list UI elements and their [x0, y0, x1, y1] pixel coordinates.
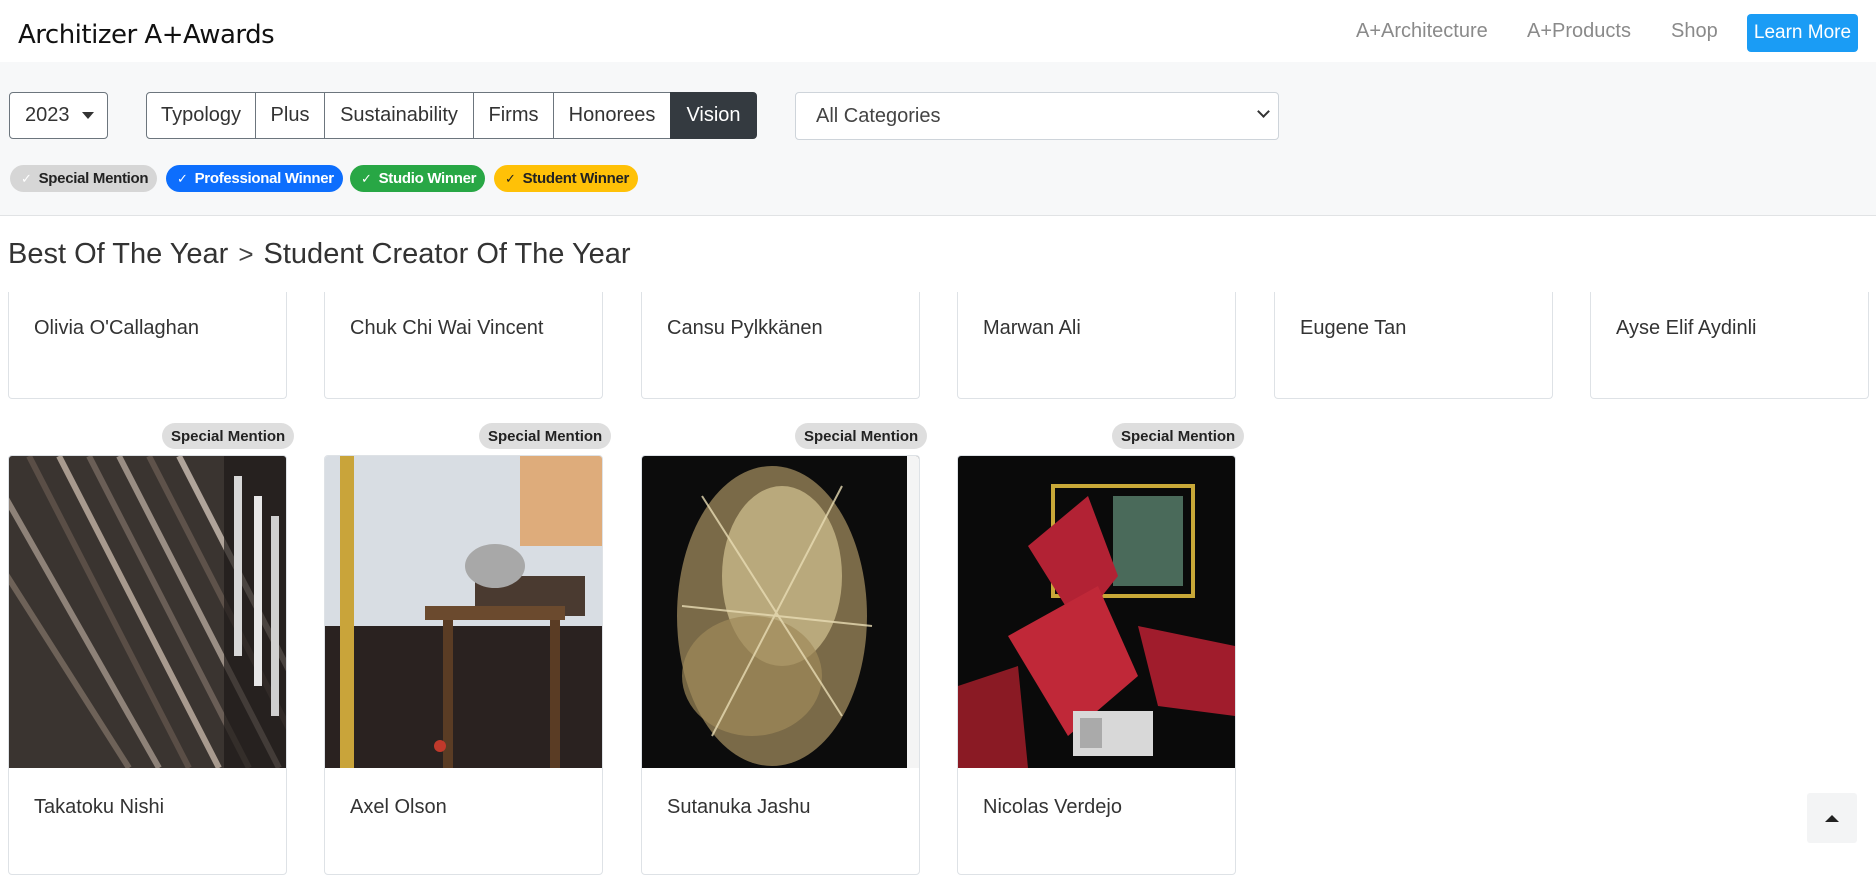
- special-mention-badge: Special Mention: [1112, 423, 1245, 449]
- honoree-card[interactable]: Chuk Chi Wai Vincent: [324, 292, 603, 399]
- learn-more-button[interactable]: Learn More: [1747, 14, 1858, 52]
- special-mention-badge: Special Mention: [162, 423, 295, 449]
- breadcrumb-parent[interactable]: Best Of The Year: [8, 238, 228, 271]
- breadcrumb: Best Of The Year > Student Creator Of Th…: [8, 238, 631, 271]
- project-image: [642, 456, 919, 768]
- check-icon: ✓: [21, 170, 32, 186]
- caret-up-icon: [1825, 814, 1839, 822]
- honoree-name: Chuk Chi Wai Vincent: [350, 317, 544, 339]
- project-image: [958, 456, 1235, 768]
- honoree-card[interactable]: Cansu Pylkkänen: [641, 292, 920, 399]
- project-image: [9, 456, 286, 768]
- legend-label: Student Winner: [522, 170, 630, 187]
- caret-down-icon: [81, 112, 94, 119]
- year-dropdown[interactable]: 2023: [9, 92, 108, 139]
- check-icon: ✓: [505, 170, 516, 186]
- top-navbar: Architizer A+Awards A+Architecture A+Pro…: [0, 0, 1876, 62]
- special-mention-badge: Special Mention: [795, 423, 928, 449]
- project-image: [325, 456, 602, 768]
- legend-professional-winner[interactable]: ✓ Professional Winner: [166, 165, 343, 192]
- honoree-card[interactable]: Marwan Ali: [957, 292, 1236, 399]
- category-selected: All Categories: [816, 104, 941, 127]
- nav-link-architecture[interactable]: A+Architecture: [1356, 20, 1488, 43]
- honoree-card[interactable]: Ayse Elif Aydinli: [1590, 292, 1869, 399]
- legend-label: Studio Winner: [378, 170, 477, 187]
- honoree-card[interactable]: Nicolas Verdejo: [957, 455, 1236, 875]
- breadcrumb-separator: >: [238, 239, 254, 269]
- tab-honorees[interactable]: Honorees: [553, 92, 671, 139]
- chevron-down-icon: [1257, 105, 1270, 118]
- honoree-name: Marwan Ali: [983, 317, 1081, 339]
- tab-vision[interactable]: Vision: [670, 92, 757, 139]
- honoree-name: Cansu Pylkkänen: [667, 317, 823, 339]
- check-icon: ✓: [177, 170, 188, 186]
- legend-label: Special Mention: [38, 170, 149, 187]
- tab-plus[interactable]: Plus: [255, 92, 325, 139]
- honoree-name: Ayse Elif Aydinli: [1616, 317, 1757, 339]
- tab-sustainability[interactable]: Sustainability: [324, 92, 474, 139]
- back-to-top-button[interactable]: [1807, 793, 1857, 843]
- honoree-card[interactable]: Axel Olson: [324, 455, 603, 875]
- special-mention-badge: Special Mention: [479, 423, 612, 449]
- honoree-name: Takatoku Nishi: [34, 796, 165, 818]
- legend-studio-winner[interactable]: ✓ Studio Winner: [350, 165, 486, 192]
- honoree-card[interactable]: Takatoku Nishi: [8, 455, 287, 875]
- nav-link-shop[interactable]: Shop: [1671, 20, 1718, 43]
- site-logo[interactable]: Architizer A+Awards: [18, 20, 275, 50]
- legend-special-mention[interactable]: ✓ Special Mention: [10, 165, 158, 192]
- honoree-card[interactable]: Sutanuka Jashu: [641, 455, 920, 875]
- honoree-name: Nicolas Verdejo: [983, 796, 1122, 818]
- nav-link-products[interactable]: A+Products: [1527, 20, 1631, 43]
- legend-student-winner[interactable]: ✓ Student Winner: [494, 165, 639, 192]
- tab-firms[interactable]: Firms: [473, 92, 554, 139]
- check-icon: ✓: [361, 170, 372, 186]
- honoree-name: Eugene Tan: [1300, 317, 1407, 339]
- honoree-name: Olivia O'Callaghan: [34, 317, 200, 339]
- honoree-name: Axel Olson: [350, 796, 447, 818]
- honoree-card[interactable]: Olivia O'Callaghan: [8, 292, 287, 399]
- tab-typology[interactable]: Typology: [146, 92, 256, 139]
- year-label: 2023: [25, 104, 70, 126]
- category-select[interactable]: All Categories: [795, 92, 1279, 140]
- legend-label: Professional Winner: [194, 170, 335, 187]
- breadcrumb-current: Student Creator Of The Year: [263, 238, 631, 270]
- filter-bar: 2023 Typology Plus Sustainability Firms …: [0, 62, 1876, 216]
- honoree-name: Sutanuka Jashu: [667, 796, 811, 818]
- filter-tab-group: Typology Plus Sustainability Firms Honor…: [146, 92, 757, 139]
- honoree-card[interactable]: Eugene Tan: [1274, 292, 1553, 399]
